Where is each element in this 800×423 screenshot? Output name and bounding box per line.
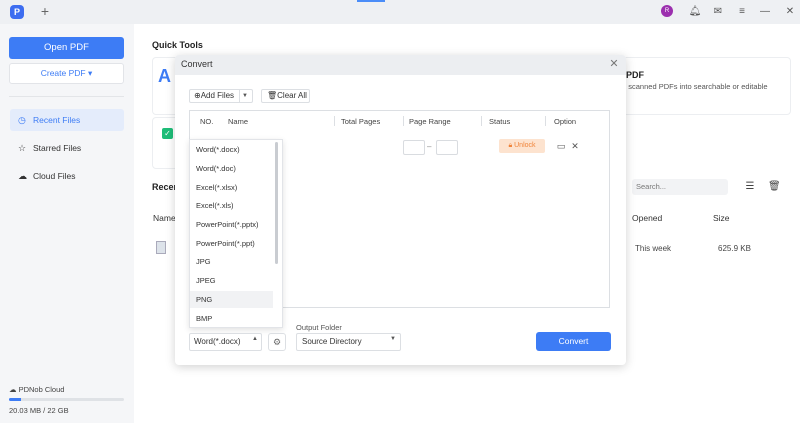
delete-icon[interactable]: 🗑︎ [768,181,781,193]
add-files-divider [239,89,240,103]
clear-all-label: Clear All [277,91,307,100]
check-icon: ✓ [162,128,173,139]
star-icon: ☆ [18,143,27,153]
column-status: Status [489,117,511,126]
add-files-label: Add Files [200,91,235,100]
format-option-word-docx[interactable]: Word(*.docx) [190,141,273,158]
column-divider [403,116,404,126]
search-input[interactable]: Search... [632,179,728,195]
cloud-icon: ☁ [18,171,27,181]
cloud-storage-bar [9,398,124,401]
sidebar-item-cloud-files[interactable]: ☁ Cloud Files [10,165,124,187]
menu-icon[interactable]: ≡ [735,5,749,19]
close-icon[interactable]: ✕ [607,57,621,71]
cloud-storage-label: ☁ PDNob Cloud [9,385,64,394]
sidebar-item-label: Cloud Files [33,171,76,181]
column-divider [334,116,335,126]
open-pdf-button[interactable]: Open PDF [9,37,124,59]
opened-column-header: Opened [632,213,663,223]
sidebar-item-recent-files[interactable]: ◷ Recent Files [10,109,124,131]
name-column-header: Name [153,213,176,223]
maximize-icon[interactable] [759,5,773,19]
cloud-storage-usage: 20.03 MB / 22 GB [9,406,69,415]
page-range-start-input[interactable] [403,140,425,155]
ocr-tool-description: e scanned PDFs into searchable or editab… [622,82,768,91]
cloud-icon: ☁ [9,385,19,394]
convert-dialog-header [175,55,626,75]
size-column-header: Size [713,213,730,223]
column-option: Option [554,117,577,126]
list-view-icon[interactable]: ☰ [744,181,756,193]
trash-icon: 🗑︎ [267,91,278,100]
output-folder-select[interactable]: Source Directory [296,333,401,351]
output-folder-label: Output Folder [296,323,342,332]
chevron-up-icon[interactable]: ▲ [252,336,258,342]
convert-button[interactable]: Convert [536,332,611,351]
column-name: Name [228,117,249,126]
quick-tools-title: Quick Tools [152,40,203,50]
new-tab-button[interactable]: + [38,4,52,18]
format-option-png[interactable]: PNG [190,291,273,308]
chevron-down-icon[interactable]: ▼ [390,336,396,342]
close-icon[interactable]: ✕ [783,5,797,19]
column-no: NO. [200,117,214,126]
remove-icon[interactable]: ✕ [570,141,580,151]
format-option-powerpoint-pptx[interactable]: PowerPoint(*.pptx) [190,216,273,233]
clock-icon: ◷ [18,115,26,125]
column-page-range: Page Range [409,117,451,126]
cloud-storage-fill [9,398,21,401]
page-range-dash: – [427,142,432,151]
bell-icon[interactable]: 🔔︎ [688,5,702,19]
file-opened: This week [635,244,672,253]
unlock-button[interactable]: 🔒︎ Unlock [499,139,545,153]
unlock-label: Unlock [514,142,536,149]
dialog-title: Convert [181,59,213,69]
ocr-tool-icon: A [158,66,171,86]
ocr-tool-title: PDF [626,70,644,80]
dropdown-scrollbar[interactable] [275,142,278,264]
sidebar-item-label: Starred Files [33,143,82,153]
clear-all-button[interactable]: 🗑︎Clear All [261,89,310,103]
plus-circle-icon: ⊕ [194,91,201,100]
column-divider [545,116,546,126]
format-option-word-doc[interactable]: Word(*.doc) [190,160,273,177]
page-range-end-input[interactable] [436,140,458,155]
create-pdf-button[interactable]: Create PDF ▾ [9,63,124,84]
file-size: 625.9 KB [718,244,751,253]
sidebar-item-label: Recent Files [33,115,81,125]
app-logo: P [10,5,24,19]
window-drag-indicator [357,0,385,2]
file-thumbnail-icon [156,241,166,254]
format-option-jpg[interactable]: JPG [190,253,273,270]
format-option-bmp[interactable]: BMP [190,310,273,327]
folder-icon[interactable]: ▭ [556,141,566,151]
title-bar [0,0,800,24]
column-total-pages: Total Pages [341,117,381,126]
avatar[interactable]: R [661,5,673,17]
sidebar-divider [9,96,124,97]
sidebar-item-starred-files[interactable]: ☆ Starred Files [10,137,124,159]
format-option-excel-xls[interactable]: Excel(*.xls) [190,197,273,214]
message-icon[interactable]: ✉ [711,5,725,19]
format-option-powerpoint-ppt[interactable]: PowerPoint(*.ppt) [190,235,273,252]
cloud-storage-name: PDNob Cloud [18,385,65,394]
format-option-excel-xlsx[interactable]: Excel(*.xlsx) [190,179,273,196]
settings-icon[interactable]: ⚙ [268,333,286,351]
chevron-down-icon[interactable]: ▼ [242,89,248,103]
format-option-jpeg[interactable]: JPEG [190,272,273,289]
column-divider [481,116,482,126]
